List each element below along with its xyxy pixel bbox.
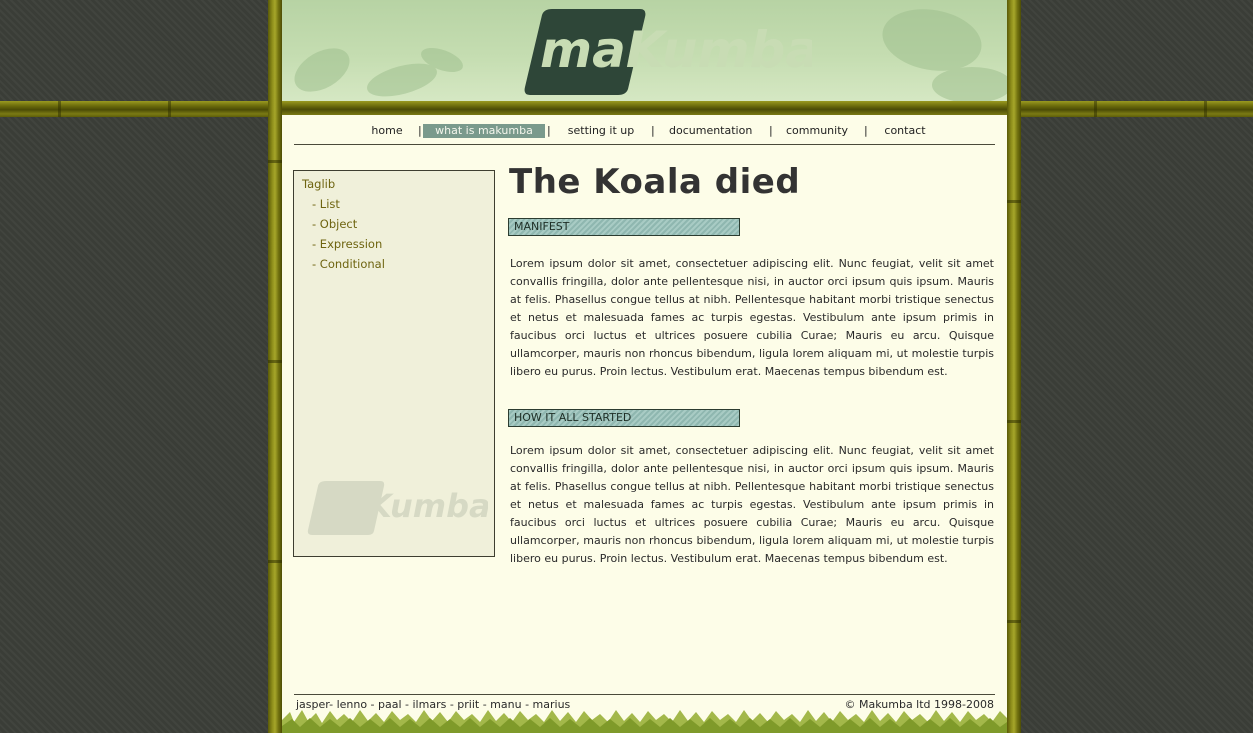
sidebar-item-expression[interactable]: - Expression bbox=[312, 237, 382, 251]
nav-contact[interactable]: contact bbox=[882, 124, 928, 138]
section-header-manifest: MANIFEST bbox=[508, 218, 740, 236]
nav-separator: | bbox=[651, 124, 655, 137]
sidebar-panel: Taglib - List - Object - Expression - Co… bbox=[293, 170, 495, 557]
makumba-logo: maKumba bbox=[524, 9, 812, 95]
bamboo-bar-left bbox=[0, 101, 272, 117]
nav-setting-it-up[interactable]: setting it up bbox=[564, 124, 638, 138]
nav-documentation[interactable]: documentation bbox=[669, 124, 752, 138]
bamboo-post-right bbox=[1007, 0, 1021, 733]
page-container: maKumba home | what is makumba | setting… bbox=[282, 0, 1007, 733]
grass-decoration bbox=[282, 710, 1007, 733]
footer-divider bbox=[294, 694, 995, 695]
header-banner: maKumba bbox=[282, 0, 1007, 103]
sidebar-item-object[interactable]: - Object bbox=[312, 217, 357, 231]
sidebar-item-conditional[interactable]: - Conditional bbox=[312, 257, 385, 271]
nav-separator: | bbox=[769, 124, 773, 137]
sidebar-item-list[interactable]: - List bbox=[312, 197, 340, 211]
nav-separator: | bbox=[547, 124, 551, 137]
sidebar-title-taglib[interactable]: Taglib bbox=[302, 177, 335, 191]
nav-what-is-makumba[interactable]: what is makumba bbox=[423, 124, 545, 138]
header-bamboo-bar bbox=[282, 101, 1007, 115]
svg-text:maKumba: maKumba bbox=[540, 21, 812, 79]
nav-divider bbox=[294, 144, 995, 145]
section-header-how-it-all-started: HOW IT ALL STARTED bbox=[508, 409, 740, 427]
section-paragraph: Lorem ipsum dolor sit amet, consectetuer… bbox=[510, 257, 994, 378]
section-paragraph: Lorem ipsum dolor sit amet, consectetuer… bbox=[510, 444, 994, 565]
nav-separator: | bbox=[418, 124, 422, 137]
page-title: The Koala died bbox=[509, 162, 801, 202]
main-navigation: home | what is makumba | setting it up |… bbox=[294, 124, 995, 144]
bamboo-bar-right bbox=[1014, 101, 1253, 117]
nav-community[interactable]: community bbox=[786, 124, 848, 138]
svg-text:maKumba: maKumba bbox=[312, 487, 488, 525]
nav-separator: | bbox=[864, 124, 868, 137]
bamboo-post-left bbox=[268, 0, 282, 733]
nav-home[interactable]: home bbox=[369, 124, 405, 138]
sidebar-logo-watermark: maKumba bbox=[307, 481, 488, 535]
